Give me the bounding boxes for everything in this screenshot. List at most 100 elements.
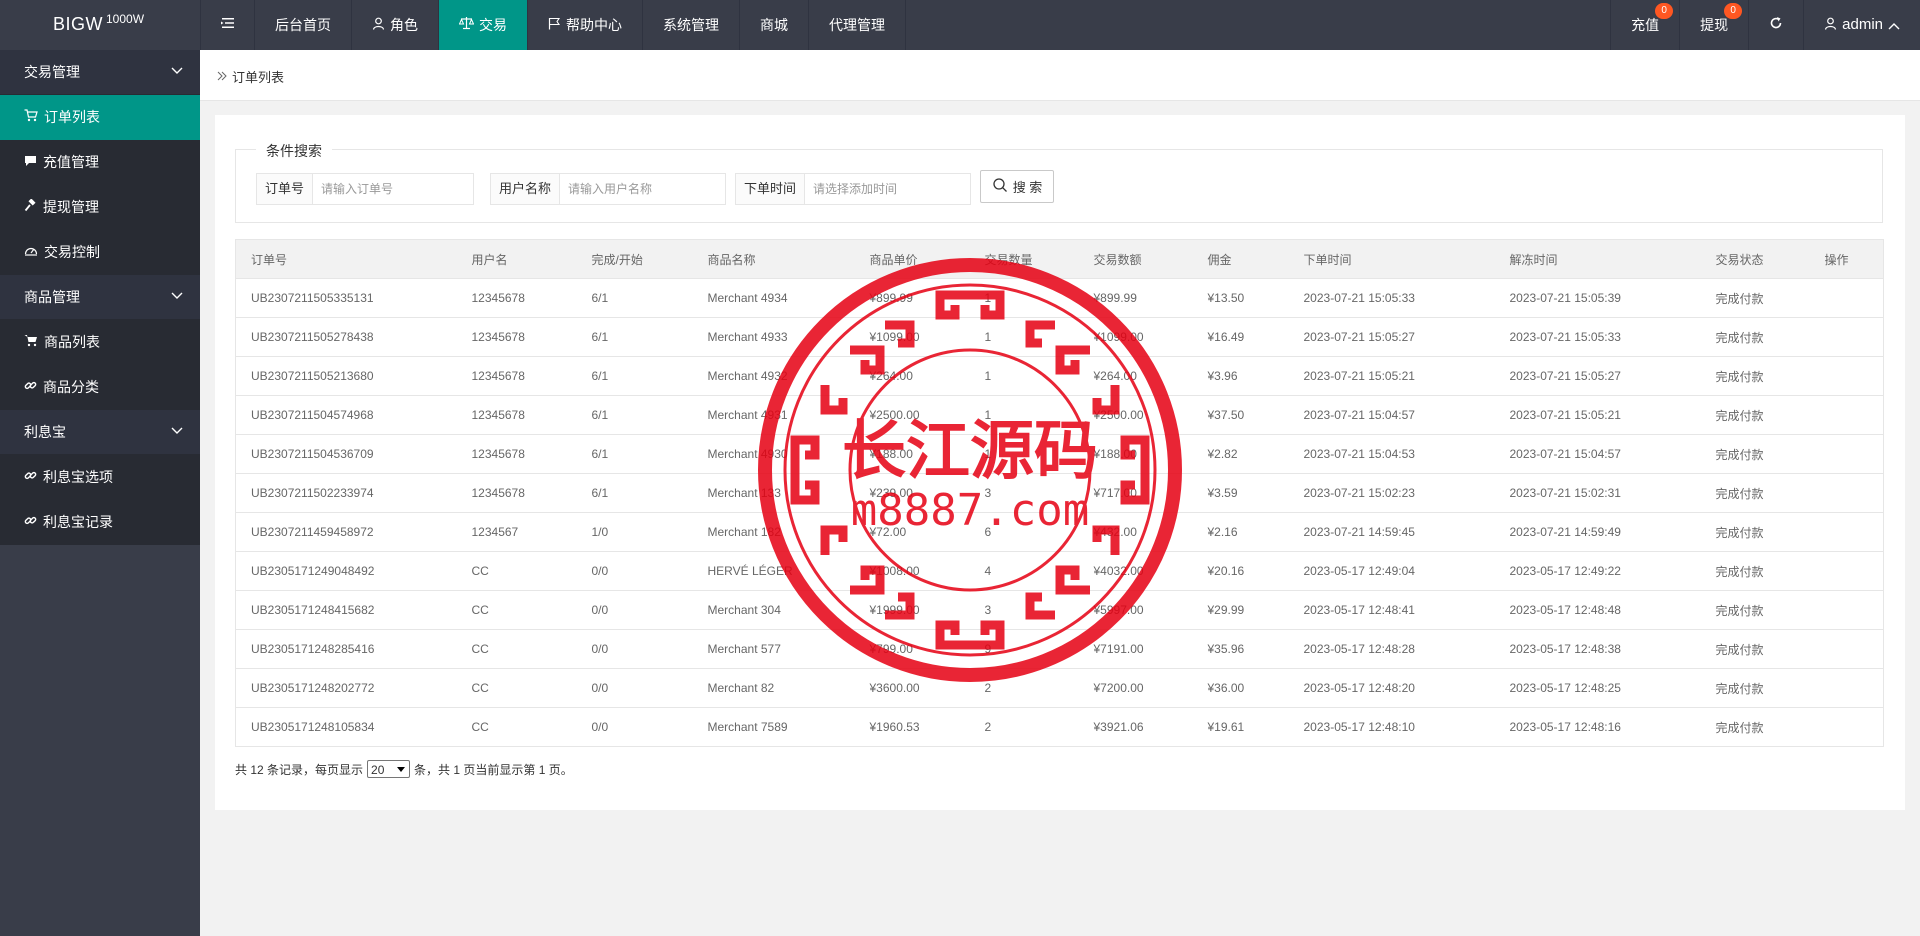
flag-icon [548,0,561,50]
top-bar: BIGW 1000W 后台首页 角色 交易 帮助中心 系统管理 商城 代理管理 … [0,0,1920,50]
table-cell: 1234567 [456,512,577,552]
table-cell: UB2305171248415682 [235,590,457,630]
table-cell: Merchant 4933 [692,317,855,357]
table-row[interactable]: UB2307211459458972 1234567 1/0 Merchant 182… [235,512,1884,552]
table-cell: 完成付款 [1700,629,1810,669]
table-cell: ¥1008.00 [854,551,970,591]
table-row[interactable]: UB2307211504574968 12345678 6/1 Merchant 49… [235,395,1884,435]
table-cell: ¥2.82 [1192,434,1289,474]
pager-suffix: 条，共 1 页当前显示第 1 页。 [414,762,573,777]
nav-item-trade[interactable]: 交易 [439,0,528,50]
table-cell: ¥37.50 [1192,395,1289,435]
order-no-label: 订单号 [257,174,314,204]
cart-icon [24,95,38,140]
table-cell: CC [456,668,577,708]
table-cell: 2023-07-21 15:05:27 [1288,317,1495,357]
sidebar-item-label: 利息宝选项 [43,469,113,485]
sidebar-item-withdraw[interactable]: 提现管理 [0,185,200,230]
table-row[interactable]: UB2307211505213680 12345678 6/1 Merchant 49… [235,356,1884,396]
table-cell: 4 [969,551,1079,591]
table-cell: 完成付款 [1700,473,1810,513]
sidebar-item-goods-list[interactable]: 商品列表 [0,320,200,365]
table-row[interactable]: UB2305171248285416 CC 0/0 Merchant 577 ¥799.… [235,629,1884,669]
table-cell: 12345678 [456,473,577,513]
nav-item-home[interactable]: 后台首页 [255,0,352,50]
link-icon [24,500,37,545]
table-cell [1809,590,1884,630]
table-cell: ¥13.50 [1192,278,1289,318]
sidebar-group-interest[interactable]: 利息宝 [0,410,200,455]
nav-item-help[interactable]: 帮助中心 [528,0,643,50]
search-button[interactable]: 搜 索 [980,170,1054,203]
table-row[interactable]: UB2307211505278438 12345678 6/1 Merchant 49… [235,317,1884,357]
table-row[interactable]: UB2305171248105834 CC 0/0 Merchant 7589 ¥196… [235,707,1884,747]
logo[interactable]: BIGW 1000W [0,0,200,50]
sidebar-item-order-list[interactable]: 订单列表 [0,95,200,140]
table-cell: ¥3.59 [1192,473,1289,513]
table-cell: CC [456,629,577,669]
sidebar-group-trade[interactable]: 交易管理 [0,50,200,95]
table-row[interactable]: UB2305171249048492 CC 0/0 HERVÉ LÉGER ¥1008.… [235,551,1884,591]
table-row[interactable]: UB2307211505335131 12345678 6/1 Merchant 49… [235,278,1884,318]
user-menu[interactable]: admin [1803,0,1920,50]
sidebar-toggle-button[interactable] [200,0,255,50]
top-nav: 后台首页 角色 交易 帮助中心 系统管理 商城 代理管理 [200,0,906,50]
table-cell [1809,668,1884,708]
table-cell: 12345678 [456,434,577,474]
sidebar-item-recharge[interactable]: 充值管理 [0,140,200,185]
table-cell: Merchant 4932 [692,356,855,396]
table-cell: ¥264.00 [1078,356,1193,396]
sidebar-item-goods-category[interactable]: 商品分类 [0,365,200,410]
order-no-input[interactable]: 请输入订单号 [313,174,473,204]
double-chevron-right-icon [217,69,227,84]
table-cell: Merchant 4930 [692,434,855,474]
refresh-button[interactable] [1748,0,1803,50]
order-time-label: 下单时间 [736,174,806,204]
table-cell: 完成付款 [1700,590,1810,630]
nav-item-mall[interactable]: 商城 [740,0,809,50]
table-cell: 12345678 [456,395,577,435]
nav-item-role[interactable]: 角色 [352,0,439,50]
order-time-input[interactable]: 请选择添加时间 [805,174,970,204]
table-cell: Merchant 304 [692,590,855,630]
table-cell: 2 [969,707,1079,747]
table-row[interactable]: UB2307211502233974 12345678 6/1 Merchant 13… [235,473,1884,513]
sidebar-item-trade-control[interactable]: 交易控制 [0,230,200,275]
per-page-select[interactable]: 20 [367,760,411,778]
table-cell: 6/1 [576,278,693,318]
sidebar-item-interest-records[interactable]: 利息宝记录 [0,500,200,545]
sidebar-group-goods[interactable]: 商品管理 [0,275,200,320]
table-cell: ¥7200.00 [1078,668,1193,708]
column-header: 完成/开始 [576,239,693,279]
search-fieldset: 条件搜索 订单号 请输入订单号 用户名称 请输入用户名称 下单时间 请选择添加时… [235,141,1883,223]
table-cell [1809,473,1884,513]
table-cell: 2 [969,668,1079,708]
nav-item-agent[interactable]: 代理管理 [809,0,906,50]
column-header: 订单号 [235,239,457,279]
table-row[interactable]: UB2305171248202772 CC 0/0 Merchant 82 ¥3600.… [235,668,1884,708]
sidebar-group-label: 利息宝 [24,424,66,440]
recharge-button[interactable]: 充值 0 [1610,0,1679,50]
table-cell: 0/0 [576,707,693,747]
column-header: 商品单价 [854,239,970,279]
breadcrumb-current[interactable]: 订单列表 [232,67,284,86]
table-cell: 6 [969,512,1079,552]
table-cell: 0/0 [576,551,693,591]
table-cell: ¥1999.00 [854,590,970,630]
table-cell: 0/0 [576,668,693,708]
table-cell: UB2307211505335131 [235,278,457,318]
table-row[interactable]: UB2307211504536709 12345678 6/1 Merchant 49… [235,434,1884,474]
table-cell: 完成付款 [1700,551,1810,591]
sidebar-item-interest-options[interactable]: 利息宝选项 [0,455,200,500]
username-input[interactable]: 请输入用户名称 [560,174,725,204]
breadcrumb-bar: 订单列表 [200,50,1920,101]
table-cell: 2023-07-21 14:59:49 [1494,512,1701,552]
pager-prefix: 共 12 条记录，每页显示 [235,762,364,777]
table-cell: ¥1960.53 [854,707,970,747]
withdraw-button[interactable]: 提现 0 [1679,0,1748,50]
table-row[interactable]: UB2305171248415682 CC 0/0 Merchant 304 ¥1999… [235,590,1884,630]
nav-item-system[interactable]: 系统管理 [643,0,740,50]
table-cell: ¥899.99 [854,278,970,318]
table-cell: 6/1 [576,356,693,396]
table-cell [1809,356,1884,396]
